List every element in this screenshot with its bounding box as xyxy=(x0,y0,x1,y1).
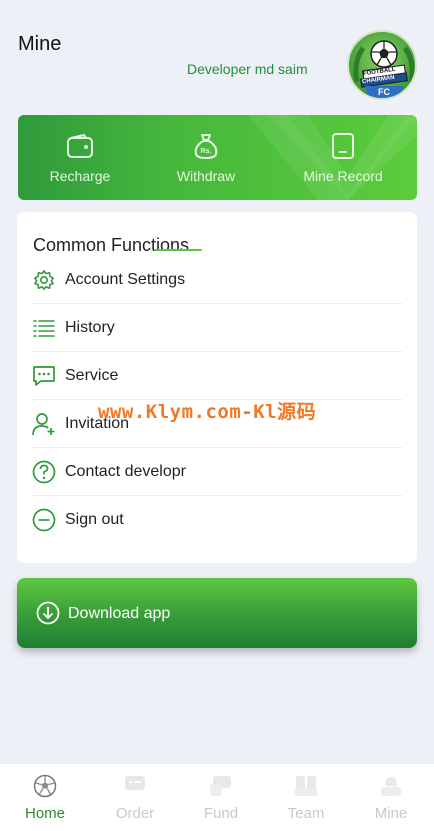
header: Mine Developer md saim FOOTBALL CHAIRMAN… xyxy=(0,0,434,105)
recharge-button[interactable]: Recharge xyxy=(25,131,135,184)
svg-text:Rs.: Rs. xyxy=(201,148,212,155)
recharge-label: Recharge xyxy=(49,168,111,184)
fund-icon xyxy=(210,776,231,796)
developer-name: Developer md saim xyxy=(187,61,308,77)
service-label: Service xyxy=(65,366,119,384)
service-item[interactable]: Service xyxy=(32,352,402,400)
invitation-label: Invitation xyxy=(65,414,130,432)
gear-icon xyxy=(32,268,56,292)
minus-circle-icon xyxy=(32,508,56,532)
contact-developer-label: Contact developr xyxy=(65,462,186,480)
page-title: Mine xyxy=(18,33,62,55)
title-underline xyxy=(154,249,202,251)
sign-out-label: Sign out xyxy=(65,511,124,528)
list-icon xyxy=(32,316,56,340)
tab-fund[interactable]: Fund xyxy=(178,764,264,831)
tab-home[interactable]: Home xyxy=(2,764,88,831)
tab-team-label: Team xyxy=(287,805,325,822)
tab-fund-label: Fund xyxy=(203,805,239,822)
football-icon xyxy=(33,774,57,798)
mine-record-button[interactable]: Mine Record xyxy=(288,131,398,184)
chat-icon xyxy=(32,364,56,388)
tablet-icon xyxy=(332,133,354,159)
download-icon xyxy=(36,601,60,625)
add-user-icon xyxy=(32,412,56,436)
tab-order[interactable]: Order xyxy=(92,764,178,831)
common-functions-card: Common Functions Account Settings Histor… xyxy=(17,212,417,563)
contact-developer-item[interactable]: Contact developr xyxy=(32,448,402,496)
mine-record-label: Mine Record xyxy=(303,168,383,184)
history-label: History xyxy=(65,318,115,336)
history-item[interactable]: History xyxy=(32,304,402,352)
sign-out-item[interactable]: Sign out xyxy=(32,496,402,544)
tab-team[interactable]: Team xyxy=(263,764,349,831)
download-app-button[interactable]: Download app xyxy=(17,578,417,648)
team-icon xyxy=(295,776,317,796)
account-settings-label: Account Settings xyxy=(65,270,186,288)
tab-order-label: Order xyxy=(115,805,155,822)
mine-icon xyxy=(381,777,401,796)
withdraw-button[interactable]: Rs. Withdraw xyxy=(151,131,261,184)
order-icon xyxy=(125,776,145,790)
question-icon xyxy=(32,460,56,484)
money-bag-icon: Rs. xyxy=(194,134,218,160)
bottom-tab-bar: Home Order Fund Team Mine xyxy=(0,763,434,831)
avatar-text-bottom: FC xyxy=(378,87,390,97)
wallet-icon xyxy=(67,133,93,158)
avatar[interactable]: FOOTBALL CHAIRMAN FC xyxy=(347,30,417,100)
section-title: Common Functions xyxy=(33,235,190,255)
download-app-label: Download app xyxy=(68,605,171,622)
invitation-item[interactable]: Invitation xyxy=(32,400,402,448)
tab-home-label: Home xyxy=(24,805,65,822)
tab-mine-label: Mine xyxy=(374,805,408,822)
withdraw-label: Withdraw xyxy=(176,168,236,184)
account-settings-item[interactable]: Account Settings xyxy=(32,256,402,304)
wallet-banner: Recharge Rs. Withdraw Mine Record xyxy=(18,115,417,200)
tab-mine[interactable]: Mine xyxy=(348,764,434,831)
